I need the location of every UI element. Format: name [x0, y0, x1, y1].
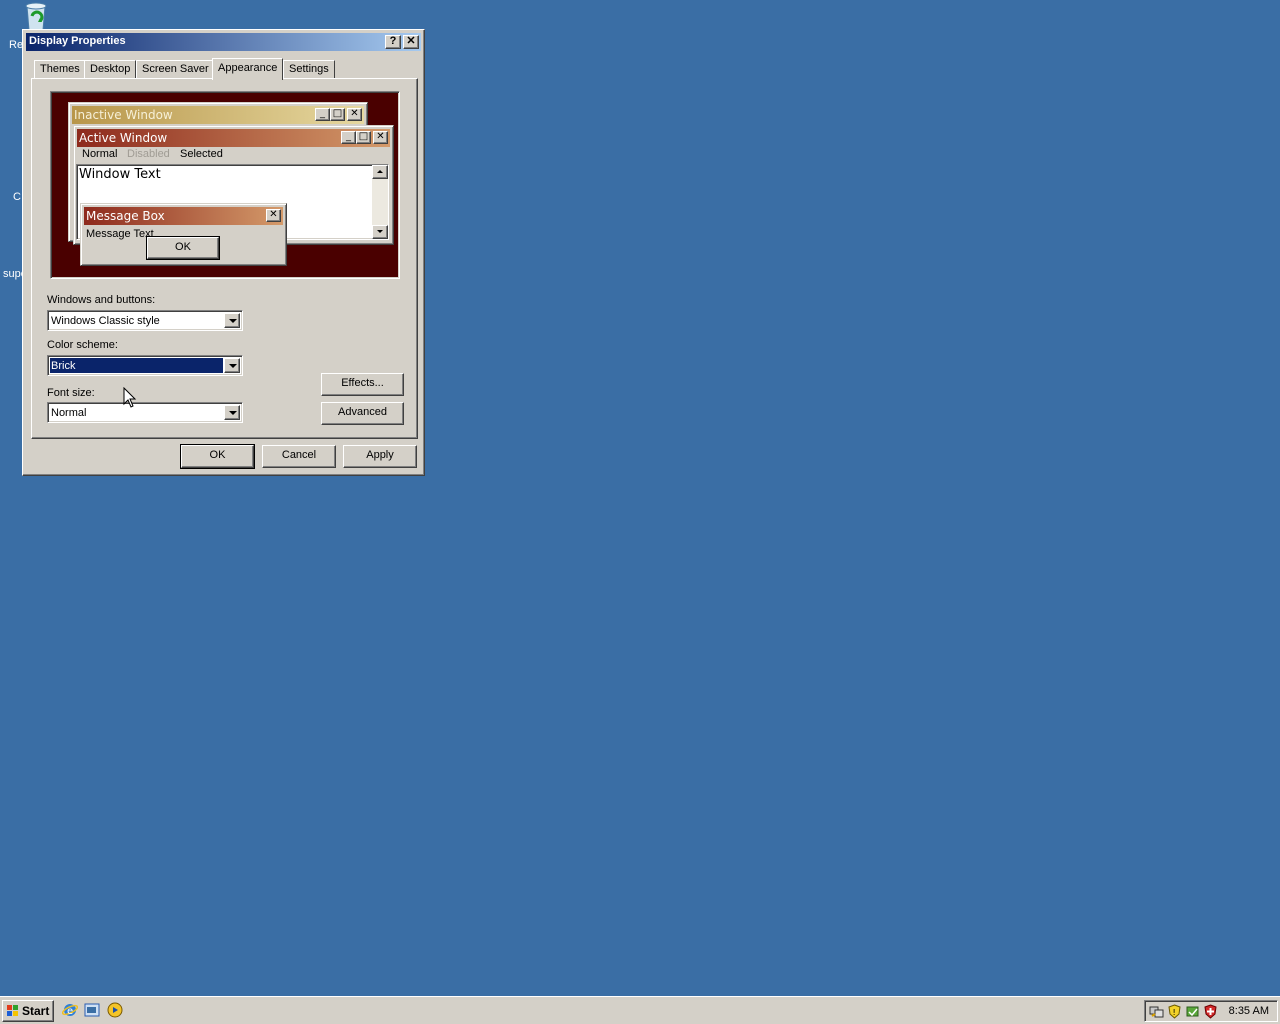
mouse-cursor-icon	[123, 387, 137, 408]
desktop-icon-label[interactable]: C	[13, 191, 21, 203]
preview-message-box: Message Box ✕ Message Text OK	[80, 203, 287, 266]
scroll-down-icon	[372, 225, 388, 239]
preview-inactive-titlebar: Inactive Window _ □ ✕	[72, 106, 364, 124]
media-player-icon[interactable]	[107, 1002, 123, 1018]
menu-selected: Selected	[180, 148, 223, 160]
start-button[interactable]: Start	[2, 1000, 54, 1022]
color-scheme-value: Brick	[51, 360, 76, 372]
effects-button[interactable]: Effects...	[321, 373, 404, 396]
inactive-window-title: Inactive Window	[74, 108, 173, 122]
close-icon: ✕	[347, 108, 362, 121]
windows-buttons-value: Windows Classic style	[51, 315, 160, 327]
dialog-title: Display Properties	[29, 35, 126, 47]
start-label: Start	[22, 1004, 50, 1018]
antivirus-icon[interactable]	[1203, 1004, 1218, 1019]
ok-button[interactable]: OK	[180, 444, 255, 469]
color-scheme-select[interactable]: Brick	[47, 355, 243, 376]
maximize-icon: □	[330, 108, 345, 121]
close-icon: ✕	[266, 209, 281, 222]
show-desktop-icon[interactable]	[84, 1002, 100, 1018]
update-icon[interactable]	[1185, 1004, 1200, 1019]
network-icon[interactable]	[1149, 1004, 1164, 1019]
desktop-icon-label[interactable]: Re	[9, 39, 23, 51]
color-scheme-label: Color scheme:	[47, 339, 118, 351]
svg-text:!: !	[1173, 1008, 1176, 1017]
maximize-icon: □	[356, 131, 371, 144]
preview-msgbox-titlebar: Message Box ✕	[84, 207, 283, 225]
menu-normal: Normal	[82, 148, 118, 160]
window-text: Window Text	[79, 167, 161, 182]
apply-button[interactable]: Apply	[343, 445, 417, 468]
font-size-value: Normal	[51, 407, 87, 419]
tab-themes[interactable]: Themes	[34, 60, 86, 79]
clock[interactable]: 8:35 AM	[1229, 1005, 1269, 1017]
tab-settings[interactable]: Settings	[283, 60, 335, 79]
windows-logo-icon	[7, 1005, 18, 1016]
help-button[interactable]: ?	[385, 35, 401, 49]
svg-text:e: e	[67, 1006, 73, 1017]
preview-scrollbar	[372, 165, 388, 239]
preview-active-titlebar: Active Window _ □ ✕	[77, 129, 390, 147]
message-box-ok-button: OK	[146, 236, 220, 260]
appearance-preview: Inactive Window _ □ ✕ Active Window _ □ …	[50, 91, 400, 279]
message-text: Message Text	[86, 228, 154, 240]
appearance-tab-panel: Inactive Window _ □ ✕ Active Window _ □ …	[31, 78, 418, 439]
internet-explorer-icon[interactable]: e	[62, 1002, 78, 1018]
scroll-up-icon	[372, 165, 388, 179]
active-window-title: Active Window	[79, 131, 168, 145]
display-properties-dialog: Display Properties ? ✕ Themes Desktop Sc…	[22, 29, 425, 476]
close-button[interactable]: ✕	[403, 35, 419, 49]
font-size-select[interactable]: Normal	[47, 402, 243, 423]
taskbar: Start e ! 8:35 AM	[0, 996, 1280, 1024]
minimize-icon: _	[315, 108, 330, 121]
minimize-icon: _	[341, 131, 356, 144]
advanced-button[interactable]: Advanced	[321, 402, 404, 425]
system-tray: ! 8:35 AM	[1144, 1000, 1278, 1022]
font-size-label: Font size:	[47, 387, 95, 399]
tab-appearance[interactable]: Appearance	[212, 58, 284, 80]
tab-screen-saver[interactable]: Screen Saver	[136, 60, 215, 79]
message-box-title: Message Box	[86, 209, 165, 223]
cancel-button[interactable]: Cancel	[262, 445, 336, 468]
close-icon: ✕	[373, 131, 388, 144]
security-shield-icon[interactable]: !	[1167, 1004, 1182, 1019]
menu-disabled: Disabled	[127, 148, 170, 160]
tab-desktop[interactable]: Desktop	[84, 60, 137, 79]
chevron-down-icon[interactable]	[224, 313, 240, 328]
recycle-bin-icon[interactable]	[22, 2, 50, 32]
chevron-down-icon[interactable]	[224, 405, 240, 420]
title-bar[interactable]: Display Properties ? ✕	[26, 33, 421, 51]
windows-buttons-select[interactable]: Windows Classic style	[47, 310, 243, 331]
chevron-down-icon[interactable]	[224, 358, 240, 373]
windows-buttons-label: Windows and buttons:	[47, 294, 156, 306]
